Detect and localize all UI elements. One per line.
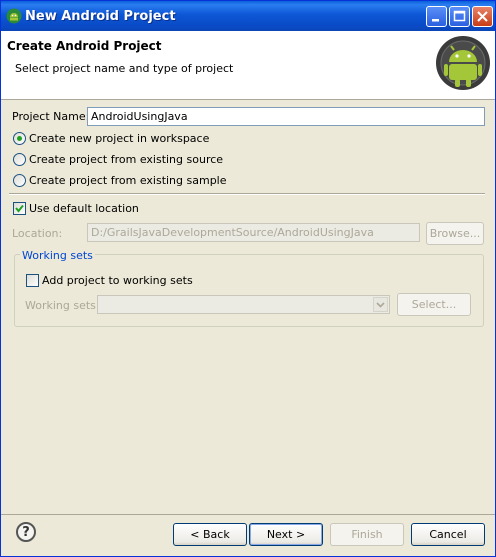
working-sets-group bbox=[14, 254, 484, 327]
project-name-input[interactable]: AndroidUsingJava bbox=[87, 107, 485, 126]
select-working-sets-button[interactable]: Select... bbox=[397, 293, 471, 316]
next-button[interactable]: Next > bbox=[249, 523, 323, 546]
banner-subtitle: Select project name and type of project bbox=[15, 62, 234, 75]
back-button[interactable]: < Back bbox=[173, 523, 247, 546]
close-button[interactable] bbox=[472, 6, 493, 27]
radio-new-project[interactable] bbox=[13, 132, 26, 145]
use-default-location-checkbox[interactable] bbox=[13, 202, 26, 215]
radio-existing-source[interactable] bbox=[13, 153, 26, 166]
finish-button[interactable]: Finish bbox=[330, 523, 404, 546]
footer-separator bbox=[1, 514, 495, 515]
window-title: New Android Project bbox=[25, 9, 176, 24]
maximize-button[interactable] bbox=[449, 6, 470, 27]
minimize-icon bbox=[432, 19, 439, 22]
maximize-icon bbox=[453, 10, 466, 22]
dropdown-arrow-icon bbox=[376, 302, 385, 308]
dropdown-button[interactable] bbox=[373, 297, 388, 312]
android-logo-icon bbox=[436, 36, 490, 90]
android-icon bbox=[6, 8, 22, 24]
banner-title: Create Android Project bbox=[7, 39, 162, 53]
browse-button[interactable]: Browse... bbox=[426, 222, 484, 245]
help-icon[interactable]: ? bbox=[16, 522, 36, 542]
separator bbox=[9, 193, 485, 195]
location-label: Location: bbox=[12, 227, 63, 240]
working-sets-label: Working sets: bbox=[25, 299, 100, 312]
working-sets-group-title: Working sets bbox=[20, 249, 95, 262]
radio-existing-sample-label[interactable]: Create project from existing sample bbox=[29, 174, 227, 187]
radio-existing-source-label[interactable]: Create project from existing source bbox=[29, 153, 223, 166]
dialog-window: New Android Project Create Android Proje… bbox=[0, 0, 496, 557]
title-bar[interactable]: New Android Project bbox=[1, 1, 495, 31]
add-to-working-sets-label[interactable]: Add project to working sets bbox=[42, 274, 193, 287]
location-input[interactable]: D:/GrailsJavaDevelopmentSource/AndroidUs… bbox=[87, 223, 420, 242]
radio-existing-sample[interactable] bbox=[13, 174, 26, 187]
radio-new-project-label[interactable]: Create new project in workspace bbox=[29, 132, 209, 145]
checkmark-icon bbox=[15, 204, 24, 213]
close-icon bbox=[477, 11, 488, 22]
working-sets-dropdown[interactable] bbox=[97, 295, 390, 314]
add-to-working-sets-checkbox[interactable] bbox=[26, 274, 39, 287]
cancel-button[interactable]: Cancel bbox=[411, 523, 485, 546]
minimize-button[interactable] bbox=[426, 6, 447, 27]
use-default-location-label[interactable]: Use default location bbox=[29, 202, 139, 215]
header-banner: Create Android Project Select project na… bbox=[1, 31, 495, 100]
project-name-label: Project Name: bbox=[12, 110, 90, 123]
